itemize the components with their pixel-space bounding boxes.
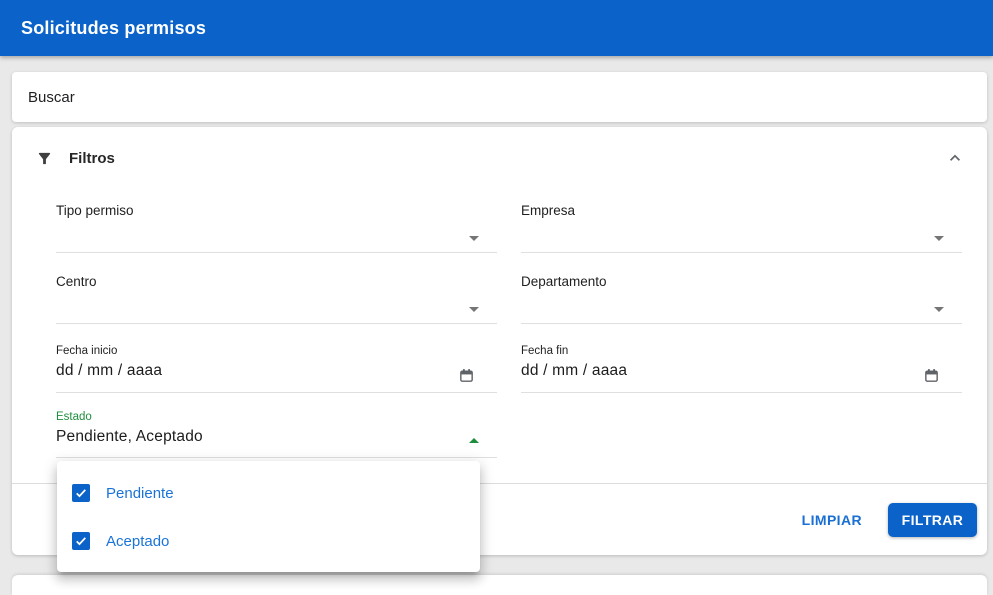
select-empresa[interactable]: Empresa xyxy=(521,203,962,253)
calendar-icon[interactable] xyxy=(923,367,940,384)
date-value: dd / mm / aaaa xyxy=(521,362,628,379)
field-label: Fecha fin xyxy=(521,345,569,357)
search-card xyxy=(12,72,987,122)
option-aceptado[interactable]: Aceptado xyxy=(57,517,480,565)
estado-dropdown-menu: Pendiente Aceptado xyxy=(57,461,480,572)
field-underline xyxy=(521,323,962,324)
field-label: Estado xyxy=(56,411,92,423)
chevron-down-icon xyxy=(934,236,944,241)
field-label: Fecha inicio xyxy=(56,345,118,357)
app-bar: Solicitudes permisos xyxy=(0,0,993,56)
collapse-panel-button[interactable] xyxy=(943,146,967,170)
chevron-up-icon xyxy=(950,154,960,161)
select-estado[interactable]: Estado Pendiente, Aceptado xyxy=(56,411,497,458)
date-input-fecha-inicio[interactable]: Fecha inicio dd / mm / aaaa xyxy=(56,345,497,393)
option-label: Aceptado xyxy=(106,532,170,550)
option-label: Pendiente xyxy=(106,484,174,502)
chevron-down-icon xyxy=(469,236,479,241)
filters-title: Filtros xyxy=(69,149,115,167)
field-underline xyxy=(56,392,497,393)
select-centro[interactable]: Centro xyxy=(56,274,497,324)
field-underline xyxy=(56,252,497,253)
results-card xyxy=(12,575,987,595)
checkbox-checked-icon[interactable] xyxy=(72,484,90,502)
page-title: Solicitudes permisos xyxy=(21,17,207,38)
date-input-fecha-fin[interactable]: Fecha fin dd / mm / aaaa xyxy=(521,345,962,393)
filters-panel-header[interactable]: Filtros xyxy=(12,127,987,189)
field-underline xyxy=(521,252,962,253)
chevron-down-icon xyxy=(469,307,479,312)
field-underline xyxy=(56,323,497,324)
field-label: Empresa xyxy=(521,203,576,218)
filter-icon xyxy=(38,152,51,164)
select-departamento[interactable]: Departamento xyxy=(521,274,962,324)
field-underline xyxy=(521,392,962,393)
calendar-icon[interactable] xyxy=(458,367,475,384)
select-tipo-permiso[interactable]: Tipo permiso xyxy=(56,203,497,253)
chevron-down-icon xyxy=(934,307,944,312)
field-underline xyxy=(56,457,497,458)
field-label: Departamento xyxy=(521,274,607,289)
date-value: dd / mm / aaaa xyxy=(56,362,163,379)
field-label: Centro xyxy=(56,274,97,289)
option-pendiente[interactable]: Pendiente xyxy=(57,469,480,517)
chevron-up-icon xyxy=(469,438,479,443)
field-label: Tipo permiso xyxy=(56,203,134,218)
clear-filters-button[interactable]: LIMPIAR xyxy=(792,504,872,536)
estado-value: Pendiente, Aceptado xyxy=(56,428,203,445)
search-input[interactable] xyxy=(28,88,971,106)
checkbox-checked-icon[interactable] xyxy=(72,532,90,550)
apply-filters-button[interactable]: FILTRAR xyxy=(888,502,977,537)
